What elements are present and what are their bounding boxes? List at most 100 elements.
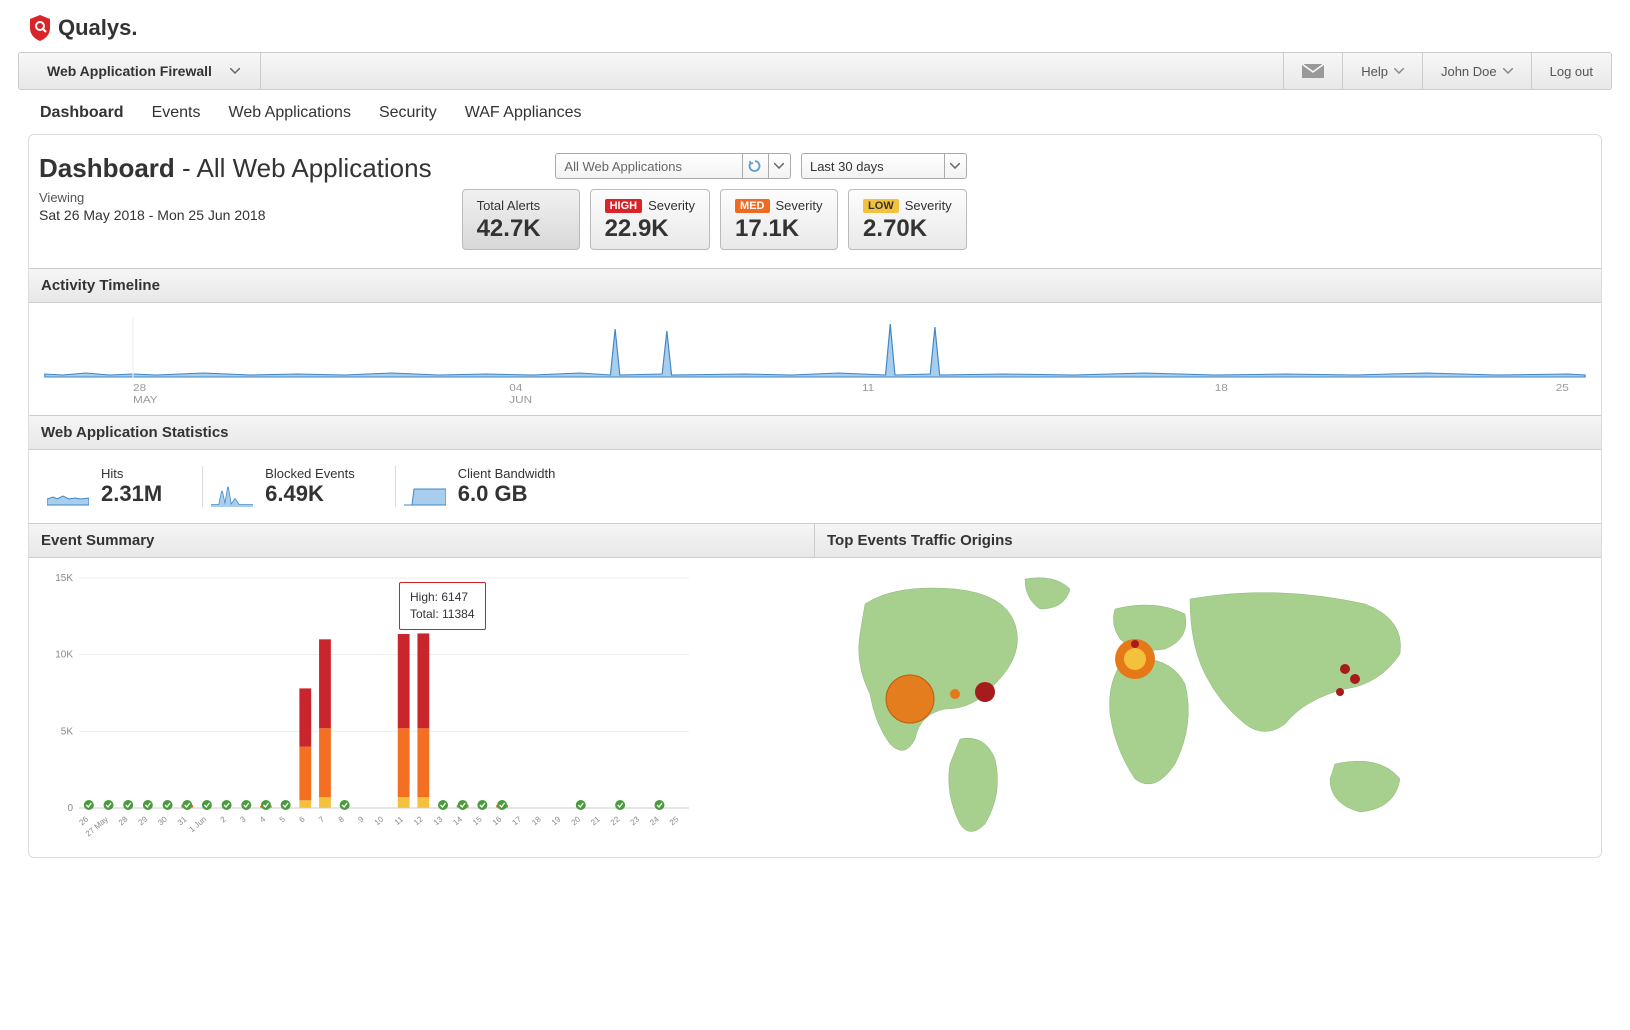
activity-timeline-chart: 28MAY 04JUN 11 18 25 bbox=[39, 309, 1591, 409]
tab-events[interactable]: Events bbox=[152, 104, 201, 122]
event-summary-chart: 05K10K15K2627 May282930311 Jun2345678910… bbox=[39, 568, 699, 848]
svg-text:25: 25 bbox=[668, 814, 681, 827]
chevron-down-icon bbox=[230, 68, 240, 74]
svg-text:5K: 5K bbox=[61, 726, 74, 737]
svg-text:25: 25 bbox=[1556, 383, 1569, 394]
app-selector[interactable]: All Web Applications bbox=[555, 153, 791, 179]
tab-security[interactable]: Security bbox=[379, 104, 437, 122]
metric-label: Total Alerts bbox=[477, 198, 541, 213]
mail-icon bbox=[1302, 64, 1324, 78]
card-med-severity[interactable]: MED Severity 17.1K bbox=[720, 189, 838, 250]
svg-text:14: 14 bbox=[451, 814, 464, 827]
chart-tooltip: High: 6147 Total: 11384 bbox=[399, 582, 486, 630]
svg-text:28: 28 bbox=[117, 814, 130, 827]
sparkline-icon bbox=[404, 483, 446, 507]
module-name: Web Application Firewall bbox=[47, 63, 212, 79]
chevron-down-icon bbox=[768, 154, 790, 178]
badge-high: HIGH bbox=[605, 199, 643, 213]
svg-text:30: 30 bbox=[156, 814, 169, 827]
svg-text:20: 20 bbox=[569, 814, 582, 827]
section-activity-timeline: Activity Timeline bbox=[29, 268, 1601, 303]
svg-text:27 May: 27 May bbox=[84, 815, 110, 839]
svg-text:18: 18 bbox=[1215, 383, 1228, 394]
metric-value: 22.9K bbox=[605, 215, 695, 243]
svg-text:19: 19 bbox=[550, 814, 563, 827]
svg-text:6: 6 bbox=[297, 814, 307, 824]
svg-text:5: 5 bbox=[278, 814, 288, 824]
svg-text:0: 0 bbox=[67, 803, 73, 814]
badge-low: LOW bbox=[863, 199, 899, 213]
viewing-label: Viewing bbox=[39, 190, 432, 205]
card-low-severity[interactable]: LOW Severity 2.70K bbox=[848, 189, 967, 250]
brand-name: Qualys. bbox=[58, 15, 138, 41]
svg-text:9: 9 bbox=[356, 814, 366, 824]
svg-text:MAY: MAY bbox=[133, 395, 158, 406]
refresh-icon[interactable] bbox=[742, 154, 768, 178]
world-map-chart bbox=[825, 564, 1465, 844]
metric-label: Severity bbox=[905, 198, 952, 213]
section-traffic-origins: Top Events Traffic Origins bbox=[815, 523, 1601, 558]
daterange-selector[interactable]: Last 30 days bbox=[801, 153, 967, 179]
help-label: Help bbox=[1361, 64, 1388, 79]
tab-web-applications[interactable]: Web Applications bbox=[229, 104, 351, 122]
mail-button[interactable] bbox=[1283, 53, 1342, 89]
chevron-down-icon bbox=[944, 154, 966, 178]
svg-text:15: 15 bbox=[471, 814, 484, 827]
svg-text:16: 16 bbox=[491, 814, 504, 827]
user-name: John Doe bbox=[1441, 64, 1497, 79]
brand-logo-icon bbox=[28, 14, 52, 42]
metric-label: Severity bbox=[648, 198, 695, 213]
svg-text:10: 10 bbox=[373, 814, 386, 827]
sparkline-icon bbox=[211, 483, 253, 507]
svg-text:26: 26 bbox=[78, 814, 91, 827]
tab-waf-appliances[interactable]: WAF Appliances bbox=[465, 104, 582, 122]
svg-text:28: 28 bbox=[133, 383, 146, 394]
module-switcher[interactable]: Web Application Firewall bbox=[19, 53, 261, 89]
svg-text:31: 31 bbox=[176, 814, 189, 827]
svg-text:23: 23 bbox=[628, 814, 641, 827]
svg-text:22: 22 bbox=[609, 814, 622, 827]
help-menu[interactable]: Help bbox=[1342, 53, 1422, 89]
svg-text:11: 11 bbox=[862, 383, 874, 394]
sparkline-icon bbox=[47, 483, 89, 507]
logout-label: Log out bbox=[1550, 64, 1593, 79]
svg-text:24: 24 bbox=[648, 814, 661, 827]
svg-text:8: 8 bbox=[337, 814, 347, 824]
section-event-summary: Event Summary bbox=[29, 523, 815, 558]
user-menu[interactable]: John Doe bbox=[1422, 53, 1531, 89]
chevron-down-icon bbox=[1394, 68, 1404, 74]
card-high-severity[interactable]: HIGH Severity 22.9K bbox=[590, 189, 710, 250]
stat-bandwidth: Client Bandwidth 6.0 GB bbox=[395, 466, 596, 507]
svg-text:04: 04 bbox=[509, 383, 522, 394]
svg-text:3: 3 bbox=[238, 814, 248, 824]
svg-text:29: 29 bbox=[137, 814, 150, 827]
main-tabs: Dashboard Events Web Applications Securi… bbox=[0, 90, 1630, 134]
svg-text:7: 7 bbox=[317, 814, 327, 824]
svg-text:17: 17 bbox=[510, 814, 523, 827]
metric-value: 42.7K bbox=[477, 215, 565, 243]
svg-text:10K: 10K bbox=[55, 650, 73, 661]
chevron-down-icon bbox=[1503, 68, 1513, 74]
metric-value: 17.1K bbox=[735, 215, 823, 243]
svg-text:JUN: JUN bbox=[509, 395, 532, 406]
section-web-app-stats: Web Application Statistics bbox=[29, 415, 1601, 450]
tab-dashboard[interactable]: Dashboard bbox=[40, 104, 124, 122]
svg-text:15K: 15K bbox=[55, 573, 73, 584]
badge-med: MED bbox=[735, 199, 769, 213]
svg-text:1 Jun: 1 Jun bbox=[187, 815, 208, 834]
svg-text:21: 21 bbox=[589, 814, 602, 827]
card-total-alerts[interactable]: Total Alerts 42.7K bbox=[462, 189, 580, 250]
logout-button[interactable]: Log out bbox=[1531, 53, 1611, 89]
metric-label: Severity bbox=[776, 198, 823, 213]
svg-text:12: 12 bbox=[412, 814, 425, 827]
stat-hits: Hits 2.31M bbox=[39, 466, 202, 507]
svg-text:18: 18 bbox=[530, 814, 543, 827]
svg-text:13: 13 bbox=[432, 814, 445, 827]
metric-value: 2.70K bbox=[863, 215, 952, 243]
svg-text:11: 11 bbox=[393, 814, 406, 827]
date-range: Sat 26 May 2018 - Mon 25 Jun 2018 bbox=[39, 207, 432, 223]
page-title: Dashboard - All Web Applications bbox=[39, 153, 432, 184]
stat-blocked: Blocked Events 6.49K bbox=[202, 466, 395, 507]
svg-text:2: 2 bbox=[219, 814, 229, 824]
top-navbar: Web Application Firewall Help John Doe L… bbox=[18, 52, 1612, 90]
